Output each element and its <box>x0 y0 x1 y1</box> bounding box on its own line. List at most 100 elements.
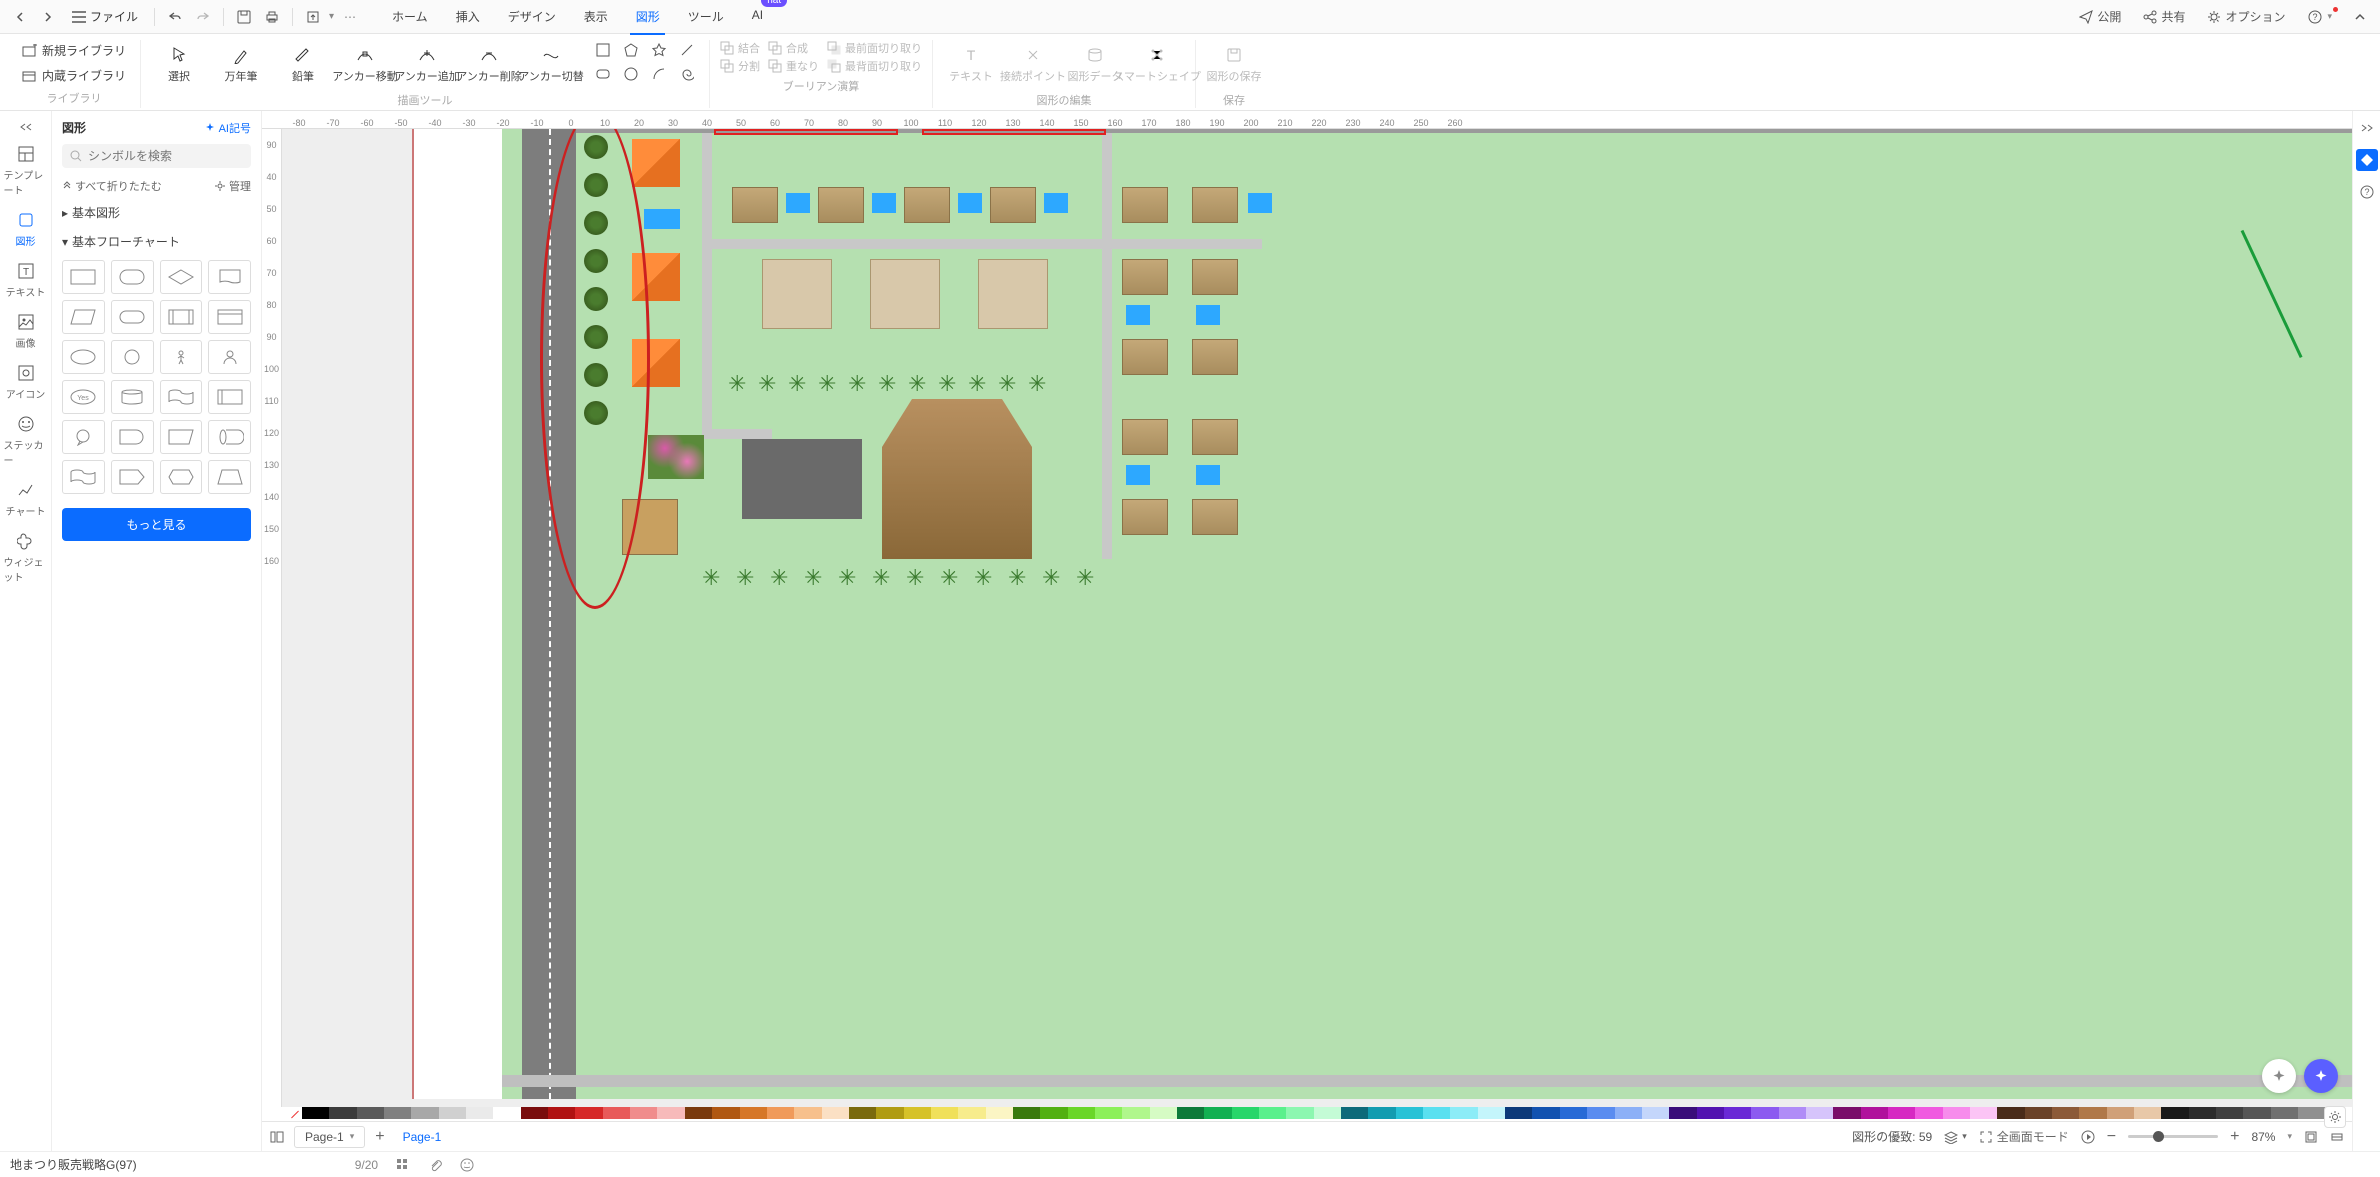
horizontal-road[interactable] <box>502 1075 2352 1087</box>
shape-roundrect[interactable] <box>111 260 154 294</box>
pool[interactable] <box>1126 465 1150 485</box>
path-1[interactable] <box>702 129 712 439</box>
red-frame[interactable] <box>922 129 1106 135</box>
shape-wave[interactable] <box>160 380 203 414</box>
palm[interactable] <box>906 569 926 589</box>
collapse-ribbon-button[interactable] <box>2348 8 2372 26</box>
prim-roundrect[interactable] <box>591 64 615 84</box>
color-swatch[interactable] <box>1915 1107 1942 1119</box>
publish-button[interactable]: 公開 <box>2073 4 2127 29</box>
color-swatch[interactable] <box>630 1107 657 1119</box>
color-swatch[interactable] <box>302 1107 329 1119</box>
palm[interactable] <box>736 569 756 589</box>
bool-back-clip[interactable]: 最背面切り取り <box>827 58 922 74</box>
fullscreen-button[interactable]: 全画面モード <box>1979 1128 2069 1145</box>
palm[interactable] <box>1028 375 1048 395</box>
tool-anchor-toggle[interactable]: アンカー切替 <box>523 40 579 88</box>
prim-line[interactable] <box>675 40 699 60</box>
zoom-out-button[interactable]: − <box>2107 1128 2116 1146</box>
color-swatch[interactable] <box>1751 1107 1778 1119</box>
help-button[interactable]: ? ▾ <box>2301 5 2338 29</box>
edit-smart[interactable]: スマートシェイプ <box>1129 40 1185 88</box>
prim-star[interactable] <box>647 40 671 60</box>
color-swatch[interactable] <box>1068 1107 1095 1119</box>
export-button[interactable] <box>301 5 325 29</box>
shape-comment[interactable] <box>62 420 105 454</box>
layers-button[interactable]: ▾ <box>1944 1130 1967 1144</box>
shape-delay[interactable] <box>111 420 154 454</box>
tree[interactable] <box>584 363 608 387</box>
prim-pentagon[interactable] <box>619 40 643 60</box>
house-orange[interactable] <box>632 139 680 187</box>
house-orange[interactable] <box>632 253 680 301</box>
palm[interactable] <box>968 375 988 395</box>
shape-cylinder[interactable] <box>111 380 154 414</box>
more-shapes-button[interactable]: もっと見る <box>62 508 251 541</box>
fab-effects[interactable] <box>2262 1059 2296 1093</box>
manage-button[interactable]: 管理 <box>214 178 251 194</box>
rail-text[interactable]: Tテキスト <box>2 256 50 305</box>
menu-ai[interactable]: AI hat <box>742 2 773 31</box>
palm[interactable] <box>804 569 824 589</box>
color-swatch[interactable] <box>657 1107 684 1119</box>
color-swatch[interactable] <box>1532 1107 1559 1119</box>
color-swatch[interactable] <box>1396 1107 1423 1119</box>
color-swatch[interactable] <box>1943 1107 1970 1119</box>
color-swatch[interactable] <box>603 1107 630 1119</box>
palm[interactable] <box>974 569 994 589</box>
color-swatch[interactable] <box>2216 1107 2243 1119</box>
back-button[interactable] <box>8 5 32 29</box>
color-swatch[interactable] <box>931 1107 958 1119</box>
palm[interactable] <box>758 375 778 395</box>
section-basic-flow[interactable]: ▾ 基本フローチャート <box>52 227 261 256</box>
house-tan[interactable] <box>904 187 950 223</box>
zoom-slider[interactable] <box>2128 1135 2218 1138</box>
symbol-search[interactable] <box>62 144 251 168</box>
fab-ai[interactable] <box>2304 1059 2338 1093</box>
tool-anchor-add[interactable]: アンカー追加 <box>399 40 455 88</box>
right-rail-properties[interactable] <box>2356 149 2378 171</box>
house-tan[interactable] <box>1122 499 1168 535</box>
color-swatch[interactable] <box>439 1107 466 1119</box>
color-swatch[interactable] <box>2079 1107 2106 1119</box>
tree[interactable] <box>584 287 608 311</box>
color-swatch[interactable] <box>466 1107 493 1119</box>
page-tab[interactable]: Page-1 <box>395 1126 450 1148</box>
house-orange[interactable] <box>632 339 680 387</box>
emoji-button[interactable] <box>460 1158 474 1172</box>
parking-lot[interactable] <box>742 439 862 519</box>
site-plan-map[interactable] <box>502 129 2352 1099</box>
shape-person[interactable] <box>160 340 203 374</box>
pool[interactable] <box>1044 193 1068 213</box>
bool-overlap[interactable]: 重なり <box>768 58 819 74</box>
house-tan[interactable] <box>1192 339 1238 375</box>
color-swatch[interactable] <box>1204 1107 1231 1119</box>
attachment-button[interactable] <box>428 1158 442 1172</box>
color-swatch[interactable] <box>329 1107 356 1119</box>
rail-templates[interactable]: テンプレート <box>2 139 50 203</box>
house-tan[interactable] <box>1122 339 1168 375</box>
right-rail-help[interactable]: ? <box>2356 181 2378 203</box>
color-swatch[interactable] <box>521 1107 548 1119</box>
menu-view[interactable]: 表示 <box>574 2 618 31</box>
palm[interactable] <box>770 569 790 589</box>
palm[interactable] <box>1042 569 1062 589</box>
building-l[interactable] <box>762 259 832 329</box>
house-tan[interactable] <box>1192 419 1238 455</box>
page-dropdown[interactable]: Page-1 ▾ <box>294 1126 365 1148</box>
palm[interactable] <box>848 375 868 395</box>
ruler-vertical[interactable]: 90405060708090100110120130140150160 <box>262 129 282 1107</box>
edit-connect[interactable]: 接続ポイント <box>1005 40 1061 88</box>
color-swatch[interactable] <box>1833 1107 1860 1119</box>
new-library-button[interactable]: 新規ライブラリ <box>18 40 130 61</box>
color-swatch[interactable] <box>548 1107 575 1119</box>
color-swatch[interactable] <box>1341 1107 1368 1119</box>
shape-parallelogram[interactable] <box>62 300 105 334</box>
color-swatch[interactable] <box>958 1107 985 1119</box>
palm[interactable] <box>838 569 858 589</box>
color-swatch[interactable] <box>1615 1107 1642 1119</box>
shape-yes[interactable]: Yes <box>62 380 105 414</box>
pool[interactable] <box>958 193 982 213</box>
tool-pencil[interactable]: 鉛筆 <box>275 40 331 88</box>
color-swatch[interactable] <box>384 1107 411 1119</box>
